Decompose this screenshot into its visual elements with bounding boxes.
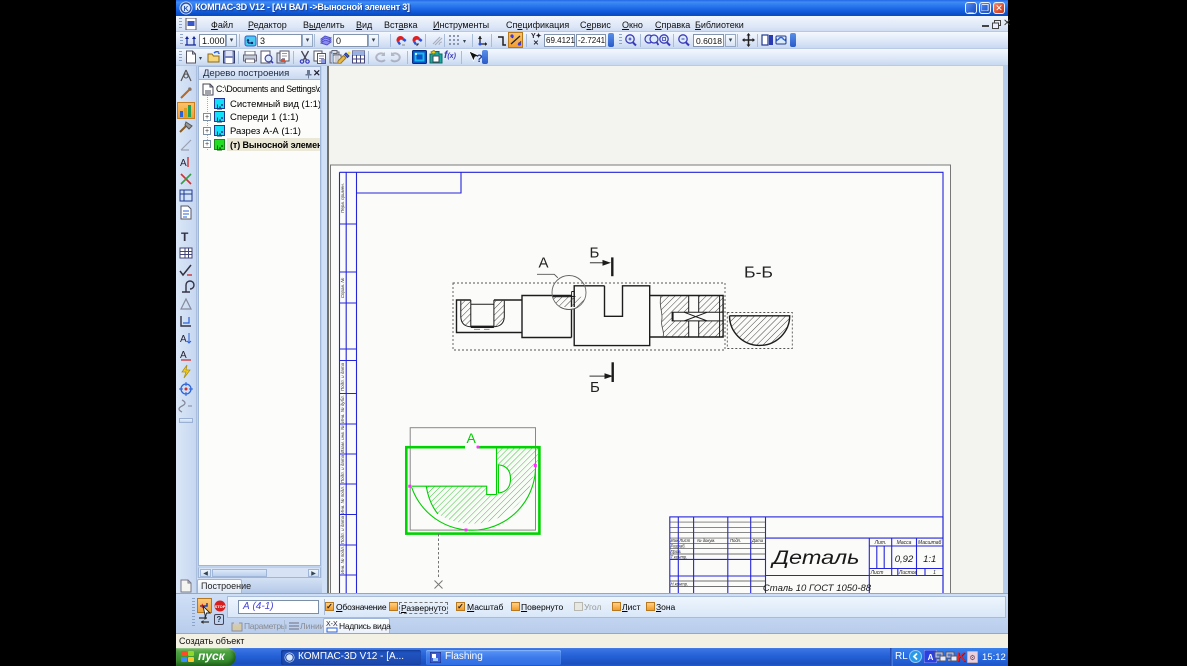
svg-text:1: 1 [933,570,936,576]
svg-text:Лит.: Лит. [874,540,887,546]
svg-text:Подп. и дата: Подп. и дата [340,454,345,483]
svg-text:K: K [183,6,188,13]
svg-text:А: А [539,255,549,272]
svg-text:⚙: ⚙ [969,654,975,662]
svg-text:A: A [180,158,187,169]
svg-text:А: А [467,430,477,446]
svg-text:Дата: Дата [751,538,764,543]
svg-text:A: A [180,334,187,345]
svg-text:Инв. № подл.: Инв. № подл. [340,546,345,574]
svg-text:Сталь 10 ГОСТ 1050-88: Сталь 10 ГОСТ 1050-88 [763,583,872,593]
svg-text:Масштаб: Масштаб [918,540,942,546]
svg-text:X-X: X-X [326,621,338,628]
svg-text:1:1: 1:1 [923,554,936,565]
svg-text:Н.контр.: Н.контр. [671,582,689,587]
svg-text:Взам. инв. №: Взам. инв. № [340,425,345,453]
svg-text:Изм Лист: Изм Лист [671,538,691,543]
svg-text:Справ. №: Справ. № [340,278,345,299]
svg-text:Разраб.: Разраб. [671,544,686,549]
svg-text:A: A [928,653,934,662]
svg-text:Подп.: Подп. [730,538,741,543]
svg-text:Инв. № подл.: Инв. № подл. [340,486,345,514]
svg-text:Пров.: Пров. [671,549,682,554]
svg-text:Листов: Листов [898,570,918,576]
svg-text:Лист: Лист [870,570,884,576]
svg-text:Масса: Масса [897,540,912,546]
svg-text:T: T [181,230,189,244]
svg-text:Подп. и дата: Подп. и дата [340,515,345,544]
svg-text:№ докум.: № докум. [697,538,715,543]
svg-text:STOP: STOP [215,604,226,609]
svg-text:Б: Б [590,244,600,261]
svg-text:Подп. и дата: Подп. и дата [340,362,345,391]
svg-text:Б: Б [590,379,600,396]
svg-text:Деталь: Деталь [770,548,859,569]
svg-text:Б-Б: Б-Б [744,265,773,282]
svg-text:Перв. примен.: Перв. примен. [340,183,345,213]
svg-text:Т.контр.: Т.контр. [671,555,688,560]
svg-text:0,92: 0,92 [895,554,914,565]
svg-text:Инв. № дубл.: Инв. № дубл. [340,395,345,423]
